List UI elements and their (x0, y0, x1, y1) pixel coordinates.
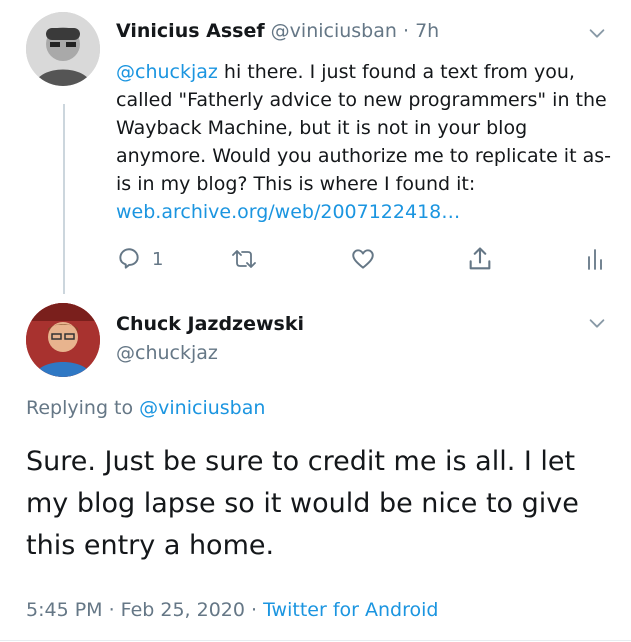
source-link[interactable]: Twitter for Android (263, 599, 438, 621)
replying-prefix: Replying to (26, 397, 140, 419)
time-separator: · (396, 20, 416, 42)
mention-link[interactable]: @chuckjaz (116, 61, 218, 83)
tweet1-text: @chuckjaz hi there. I just found a text … (116, 58, 616, 226)
reply-count: 1 (152, 248, 164, 270)
author-name[interactable]: Vinicius Assef (116, 20, 265, 42)
reply-icon (119, 248, 139, 269)
retweet-action[interactable] (230, 246, 258, 272)
tweet-timestamp: 5:45 PM · Feb 25, 2020 · Twitter for And… (26, 599, 438, 621)
chevron-down-icon[interactable] (586, 22, 608, 44)
share-icon (469, 247, 491, 270)
retweet-icon (232, 250, 256, 268)
tweet2-text: Sure. Just be sure to credit me is all. … (26, 446, 579, 561)
analytics-action[interactable] (584, 246, 606, 272)
thread-line (63, 104, 65, 294)
avatar-vinicius[interactable] (26, 12, 100, 86)
tweet-time[interactable]: 7h (415, 20, 439, 42)
avatar-chuck[interactable] (26, 303, 100, 377)
author-handle[interactable]: @chuckjaz (116, 342, 218, 364)
author-handle[interactable]: @viniciusban (271, 20, 397, 42)
like-icon (352, 249, 374, 269)
analytics-icon (588, 249, 602, 270)
share-action[interactable] (466, 245, 494, 273)
archive-link[interactable]: web.archive.org/web/2007122418… (116, 201, 460, 223)
chevron-down-icon[interactable] (586, 312, 608, 334)
like-action[interactable] (349, 246, 377, 272)
replying-to: Replying to @viniciusban (26, 397, 265, 419)
tweet1-header: Vinicius Assef @viniciusban · 7h (116, 20, 439, 42)
replying-handle-link[interactable]: @viniciusban (139, 397, 265, 419)
timestamp-text[interactable]: 5:45 PM · Feb 25, 2020 · (26, 599, 263, 621)
avatar-image (26, 303, 100, 377)
reply-action[interactable]: 1 (116, 246, 163, 272)
author-name[interactable]: Chuck Jazdzewski (116, 313, 304, 335)
avatar-image (26, 12, 100, 86)
bottom-divider (0, 640, 631, 641)
